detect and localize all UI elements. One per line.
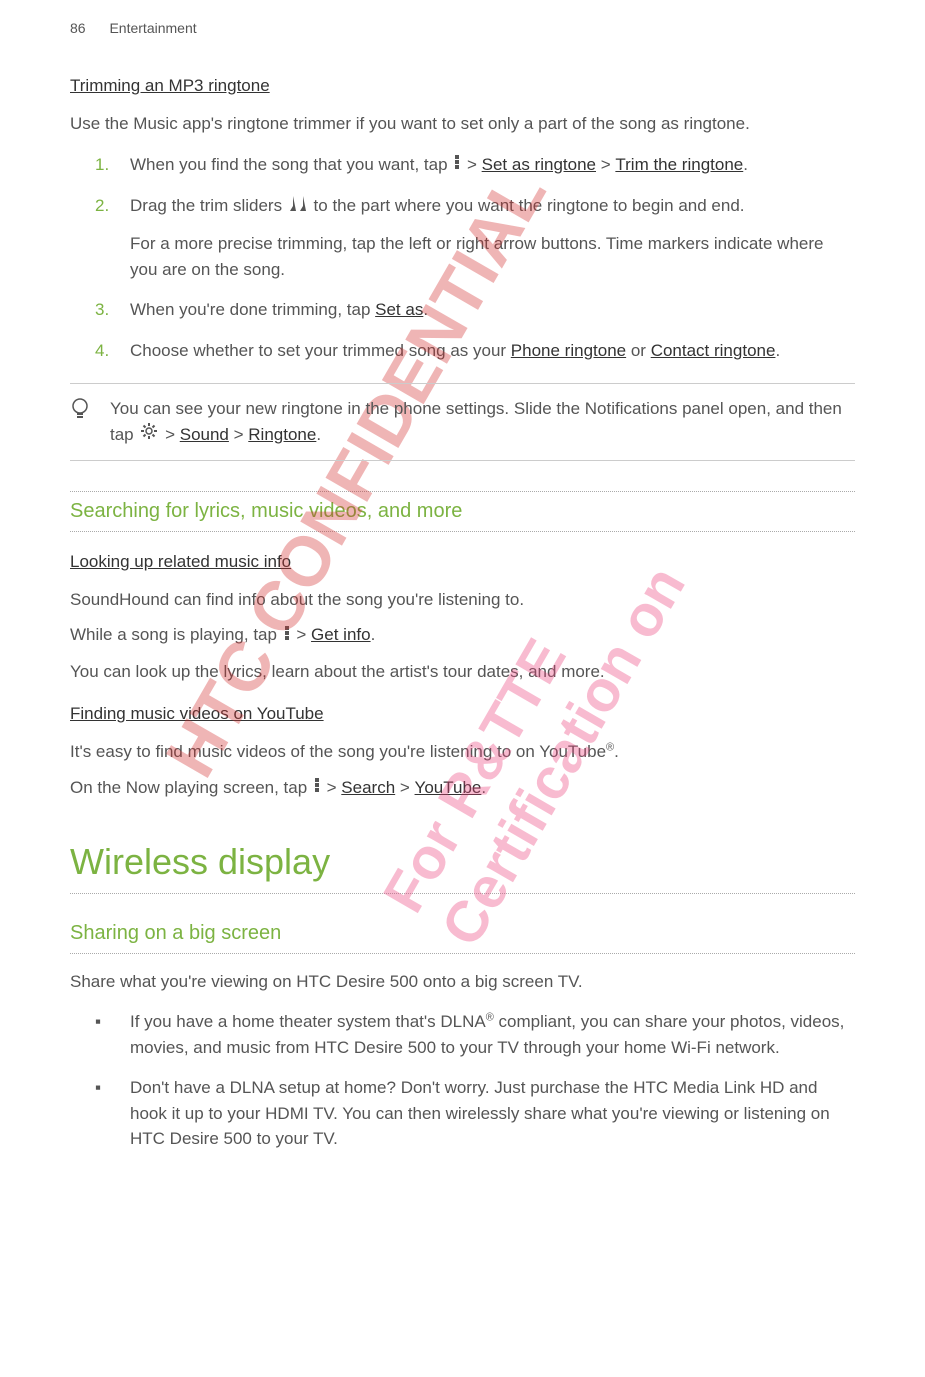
lightbulb-icon — [70, 398, 90, 431]
subheading-sharing: Sharing on a big screen — [70, 914, 855, 954]
text: . — [371, 625, 376, 644]
step-2: 2. Drag the trim sliders to the part whe… — [70, 193, 855, 282]
step-number: 2. — [70, 193, 130, 282]
intro-text: Use the Music app's ringtone trimmer if … — [70, 111, 855, 137]
step-bold: Trim the ringtone — [615, 155, 743, 174]
step-text: Choose whether to set your trimmed song … — [130, 341, 511, 360]
list-item: ▪ Don't have a DLNA setup at home? Don't… — [70, 1075, 855, 1152]
tip-bold: Ringtone — [248, 425, 316, 444]
text: > — [322, 778, 341, 797]
step-4: 4. Choose whether to set your trimmed so… — [70, 338, 855, 364]
step-text: > — [596, 155, 615, 174]
text: > — [395, 778, 414, 797]
body-text: You can look up the lyrics, learn about … — [70, 659, 855, 685]
tip-text: > — [160, 425, 179, 444]
tip-text: > — [229, 425, 248, 444]
tip-box: You can see your new ringtone in the pho… — [70, 383, 855, 461]
more-icon — [454, 152, 460, 178]
tip-bold: Sound — [180, 425, 229, 444]
registered-mark: ® — [606, 741, 614, 753]
bullet-icon: ▪ — [70, 1009, 130, 1060]
bold-text: YouTube — [415, 778, 482, 797]
text: > — [292, 625, 311, 644]
bold-text: Get info — [311, 625, 371, 644]
more-icon — [314, 775, 320, 801]
step-3: 3. When you're done trimming, tap Set as… — [70, 297, 855, 323]
bold-text: Search — [341, 778, 395, 797]
trim-sliders-icon — [289, 194, 307, 220]
body-text: SoundHound can find info about the song … — [70, 587, 855, 613]
heading-wireless-display: Wireless display — [70, 841, 855, 894]
heading-trimming: Trimming an MP3 ringtone — [70, 76, 855, 96]
text: On the Now playing screen, tap — [70, 778, 312, 797]
step-text: When you're done trimming, tap — [130, 300, 375, 319]
step-number: 1. — [70, 152, 130, 178]
tip-text: . — [316, 425, 321, 444]
body-text: Share what you're viewing on HTC Desire … — [70, 969, 855, 995]
step-bold: Set as ringtone — [482, 155, 596, 174]
body-text: It's easy to find music videos of the so… — [70, 739, 855, 765]
heading-youtube: Finding music videos on YouTube — [70, 704, 855, 724]
step-text: When you find the song that you want, ta… — [130, 155, 452, 174]
step-bold: Set as — [375, 300, 423, 319]
step-bold: Phone ringtone — [511, 341, 626, 360]
more-icon — [284, 623, 290, 649]
bullet-list: ▪ If you have a home theater system that… — [70, 1009, 855, 1152]
step-bold: Contact ringtone — [651, 341, 776, 360]
step-1: 1. When you find the song that you want,… — [70, 152, 855, 178]
steps-list: 1. When you find the song that you want,… — [70, 152, 855, 364]
subheading-searching: Searching for lyrics, music videos, and … — [70, 491, 855, 532]
step-text: . — [743, 155, 748, 174]
step-number: 4. — [70, 338, 130, 364]
step-text: or — [626, 341, 651, 360]
gear-icon — [140, 422, 158, 448]
step-text: > — [462, 155, 481, 174]
step-text: Drag the trim sliders — [130, 196, 287, 215]
text: Don't have a DLNA setup at home? Don't w… — [130, 1075, 855, 1152]
heading-looking-up: Looking up related music info — [70, 552, 855, 572]
text: . — [481, 778, 486, 797]
step-text: to the part where you want the ringtone … — [309, 196, 745, 215]
list-item: ▪ If you have a home theater system that… — [70, 1009, 855, 1060]
bullet-icon: ▪ — [70, 1075, 130, 1152]
step-number: 3. — [70, 297, 130, 323]
body-text: While a song is playing, tap > Get info. — [70, 622, 855, 648]
page-number: 86 — [70, 20, 86, 36]
text: While a song is playing, tap — [70, 625, 282, 644]
text: . — [614, 742, 619, 761]
body-text: On the Now playing screen, tap > Search … — [70, 775, 855, 801]
header-section: Entertainment — [109, 20, 196, 36]
registered-mark: ® — [486, 1012, 494, 1024]
step-extra-text: For a more precise trimming, tap the lef… — [130, 231, 855, 282]
text: If you have a home theater system that's… — [130, 1012, 486, 1031]
text: It's easy to find music videos of the so… — [70, 742, 606, 761]
step-text: . — [423, 300, 428, 319]
step-text: . — [775, 341, 780, 360]
page-header: 86 Entertainment — [70, 20, 855, 36]
